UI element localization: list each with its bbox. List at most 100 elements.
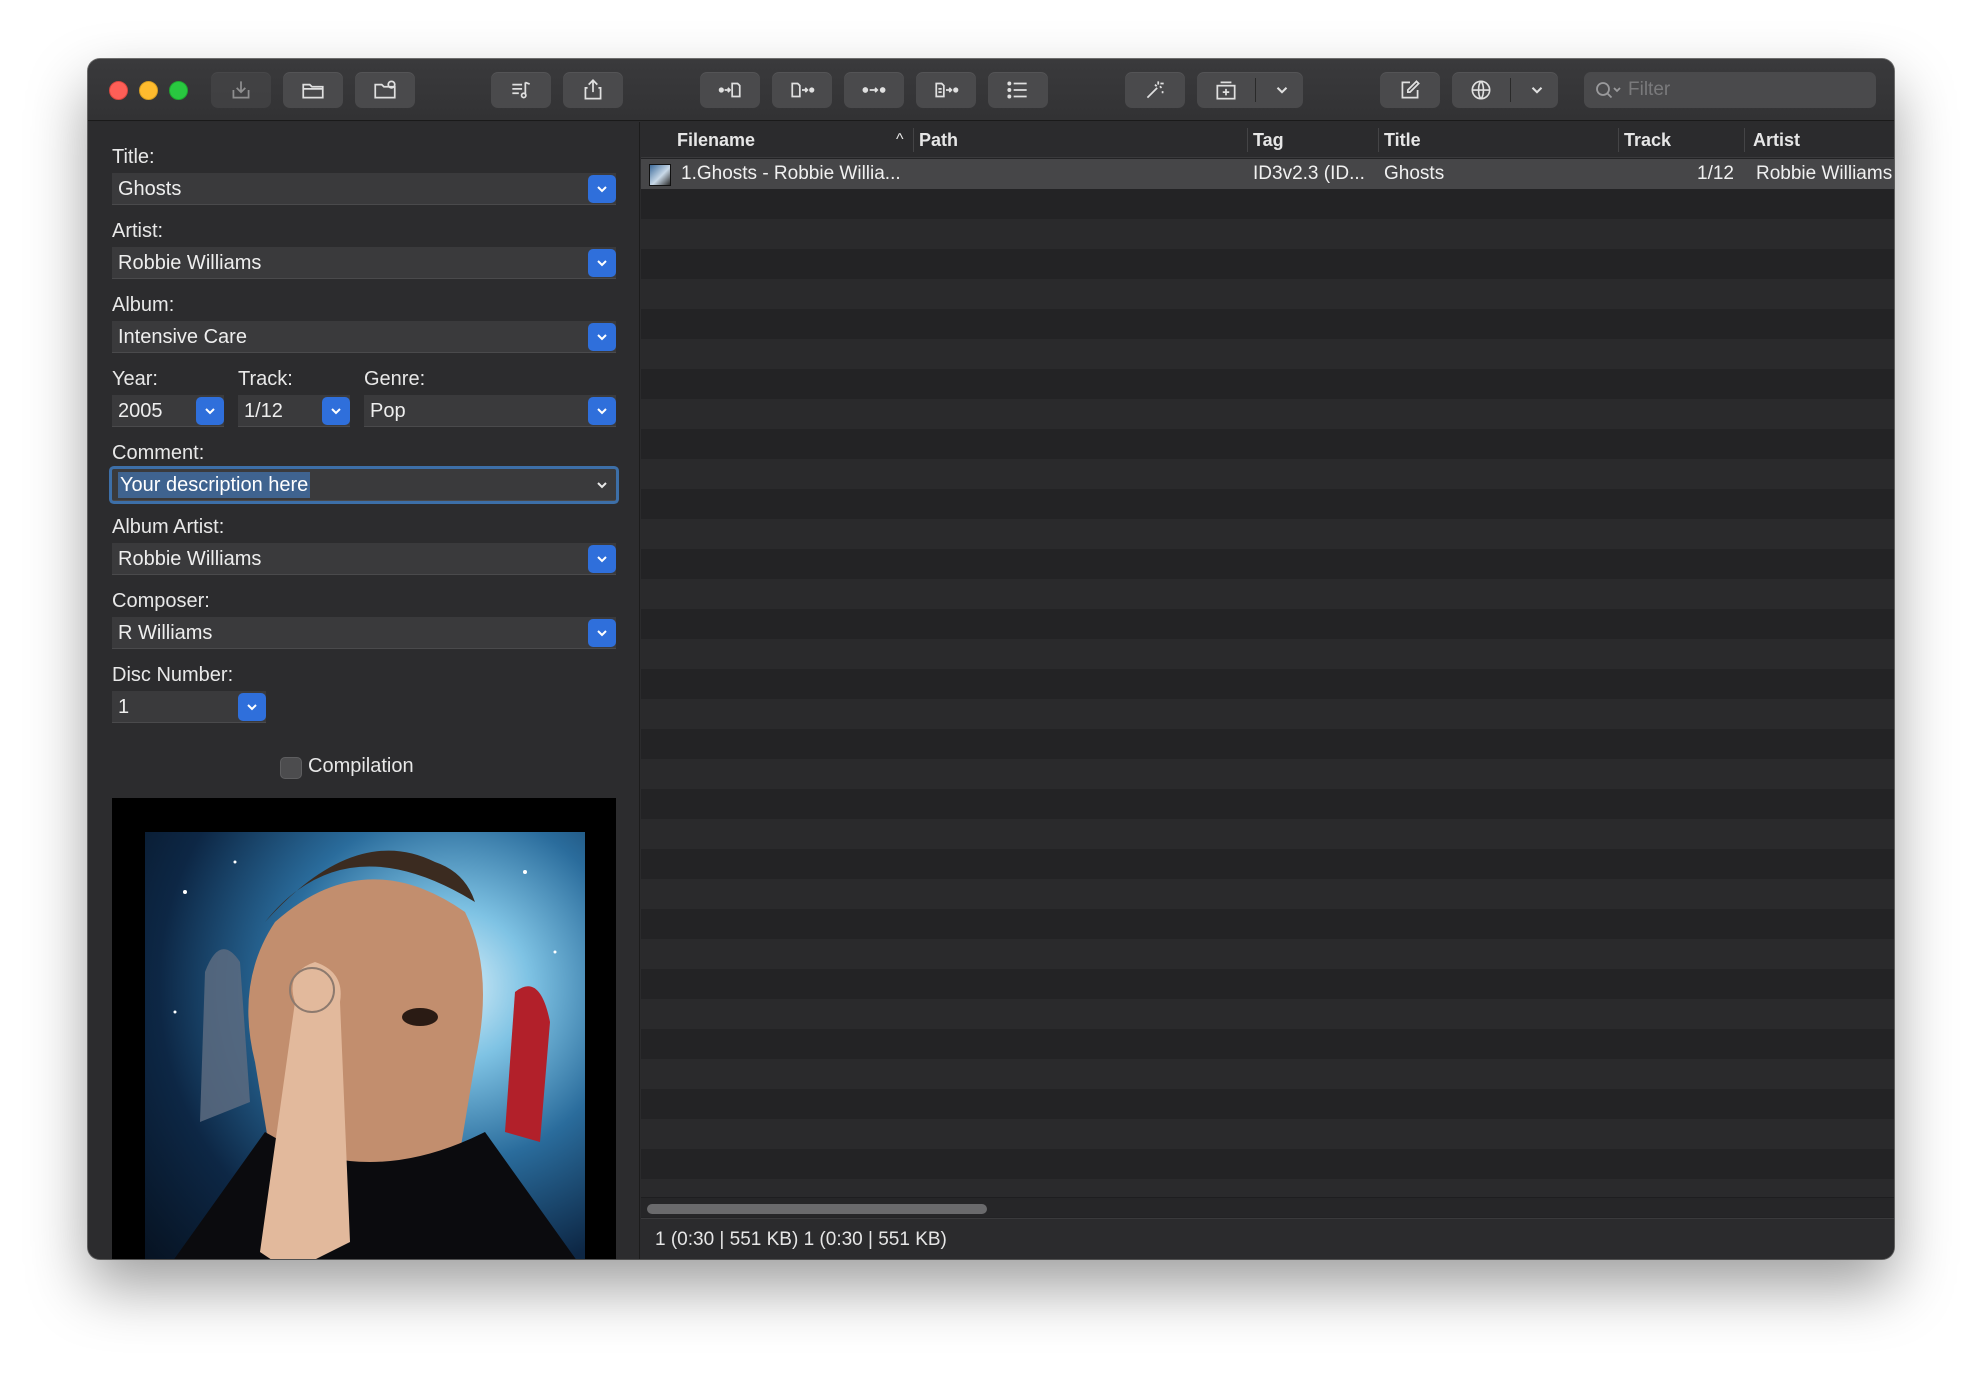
album-combo[interactable] (112, 321, 616, 353)
export-icon (584, 79, 602, 100)
close-button[interactable] (109, 81, 128, 100)
column-header-tag[interactable]: Tag (1253, 122, 1284, 158)
album-artist-field[interactable] (112, 543, 586, 575)
edit-icon (1401, 80, 1420, 99)
search-icon (1596, 82, 1621, 99)
playlist-button[interactable] (491, 72, 551, 108)
save-button[interactable] (211, 72, 271, 108)
minimize-button[interactable] (139, 81, 158, 100)
column-divider[interactable] (913, 128, 914, 152)
album-label: Album: (112, 294, 175, 316)
album-artwork-well[interactable] (112, 798, 616, 1259)
sort-indicator-icon: ^ (896, 131, 904, 148)
edit-button[interactable] (1380, 72, 1440, 108)
web-sources-icon (1471, 80, 1491, 100)
genre-dropdown-button[interactable] (588, 397, 616, 425)
column-divider[interactable] (1378, 128, 1379, 152)
year-label: Year: (112, 368, 158, 390)
title-combo[interactable] (112, 173, 616, 205)
column-divider[interactable] (1744, 128, 1745, 152)
artist-field[interactable] (112, 247, 586, 279)
text-file-to-tag-button[interactable] (916, 72, 976, 108)
comment-field[interactable]: Your description here (118, 472, 311, 498)
tag-from-filename-button[interactable] (700, 72, 760, 108)
add-folder-button[interactable] (355, 72, 415, 108)
chevron-down-icon (1276, 87, 1288, 94)
actions-menu-button[interactable] (1197, 72, 1303, 108)
column-header-path[interactable]: Path (919, 122, 958, 158)
disc-number-dropdown-button[interactable] (238, 693, 266, 721)
disc-number-label: Disc Number: (112, 664, 234, 686)
genre-field[interactable] (364, 395, 586, 427)
column-header-filename[interactable]: Filename (677, 122, 755, 158)
tag-to-tag-button[interactable] (844, 72, 904, 108)
list-button[interactable] (988, 72, 1048, 108)
artist-dropdown-button[interactable] (588, 249, 616, 277)
filename-from-tag-icon (791, 82, 815, 98)
track-label: Track: (238, 368, 293, 390)
chevron-down-icon (597, 556, 607, 563)
chevron-down-icon (1531, 87, 1543, 94)
column-header-track[interactable]: Track (1624, 122, 1671, 158)
title-dropdown-button[interactable] (588, 175, 616, 203)
genre-combo[interactable] (364, 395, 616, 427)
tag-to-tag-icon (862, 87, 886, 93)
column-header-artist[interactable]: Artist (1753, 122, 1800, 158)
composer-dropdown-button[interactable] (588, 619, 616, 647)
status-text: 1 (0:30 | 551 KB) 1 (0:30 | 551 KB) (655, 1229, 947, 1250)
file-artwork-thumbnail (649, 164, 671, 186)
artist-combo[interactable] (112, 247, 616, 279)
column-divider[interactable] (1247, 128, 1248, 152)
filter-field[interactable] (1584, 72, 1876, 108)
comment-label: Comment: (112, 442, 205, 464)
title-field[interactable] (112, 173, 586, 205)
cover-illustration (173, 850, 576, 1259)
tag-from-filename-icon (718, 82, 741, 98)
album-artist-combo[interactable] (112, 543, 616, 575)
toolbar (88, 59, 1894, 121)
filename-from-tag-button[interactable] (772, 72, 832, 108)
year-field[interactable] (112, 395, 194, 427)
horizontal-scrollbar[interactable] (641, 1197, 1894, 1217)
year-combo[interactable] (112, 395, 224, 427)
web-sources-menu-button[interactable] (1452, 72, 1558, 108)
composer-field[interactable] (112, 617, 586, 649)
compilation-checkbox[interactable] (280, 757, 302, 779)
album-dropdown-button[interactable] (588, 323, 616, 351)
title-label: Title: (112, 146, 155, 168)
year-dropdown-button[interactable] (196, 397, 224, 425)
actions-icon (1216, 81, 1236, 100)
scrollbar-thumb[interactable] (647, 1204, 987, 1214)
album-field[interactable] (112, 321, 586, 353)
auto-tag-button[interactable] (1125, 72, 1185, 108)
album-cover-image (145, 832, 585, 1259)
cell-artist: Robbie Williams (1756, 163, 1893, 184)
disc-number-combo[interactable] (112, 691, 266, 723)
save-icon (232, 81, 250, 99)
file-table-body (641, 159, 1894, 1197)
track-combo[interactable] (238, 395, 350, 427)
column-header-title[interactable]: Title (1384, 122, 1421, 158)
track-dropdown-button[interactable] (322, 397, 350, 425)
zoom-button[interactable] (169, 81, 188, 100)
cell-filename: 1.Ghosts - Robbie Willia... (681, 163, 901, 184)
chevron-down-icon (597, 334, 607, 341)
export-button[interactable] (563, 72, 623, 108)
artist-label: Artist: (112, 220, 164, 242)
playlist-icon (512, 81, 530, 99)
disc-number-field[interactable] (112, 691, 236, 723)
album-artist-dropdown-button[interactable] (588, 545, 616, 573)
composer-label: Composer: (112, 590, 210, 612)
filter-input[interactable] (1628, 79, 1868, 101)
open-folder-button[interactable] (283, 72, 343, 108)
cell-tag: ID3v2.3 (ID... (1253, 163, 1365, 184)
table-header: Filename ^ Path Tag Title Track Artist (641, 122, 1894, 158)
chevron-down-icon (247, 704, 257, 711)
chevron-down-icon (597, 482, 607, 489)
comment-combo[interactable]: Your description here (112, 469, 616, 501)
composer-combo[interactable] (112, 617, 616, 649)
column-divider[interactable] (1618, 128, 1619, 152)
comment-dropdown-button[interactable] (588, 471, 616, 499)
track-field[interactable] (238, 395, 320, 427)
status-bar: 1 (0:30 | 551 KB) 1 (0:30 | 551 KB) (641, 1218, 1894, 1259)
